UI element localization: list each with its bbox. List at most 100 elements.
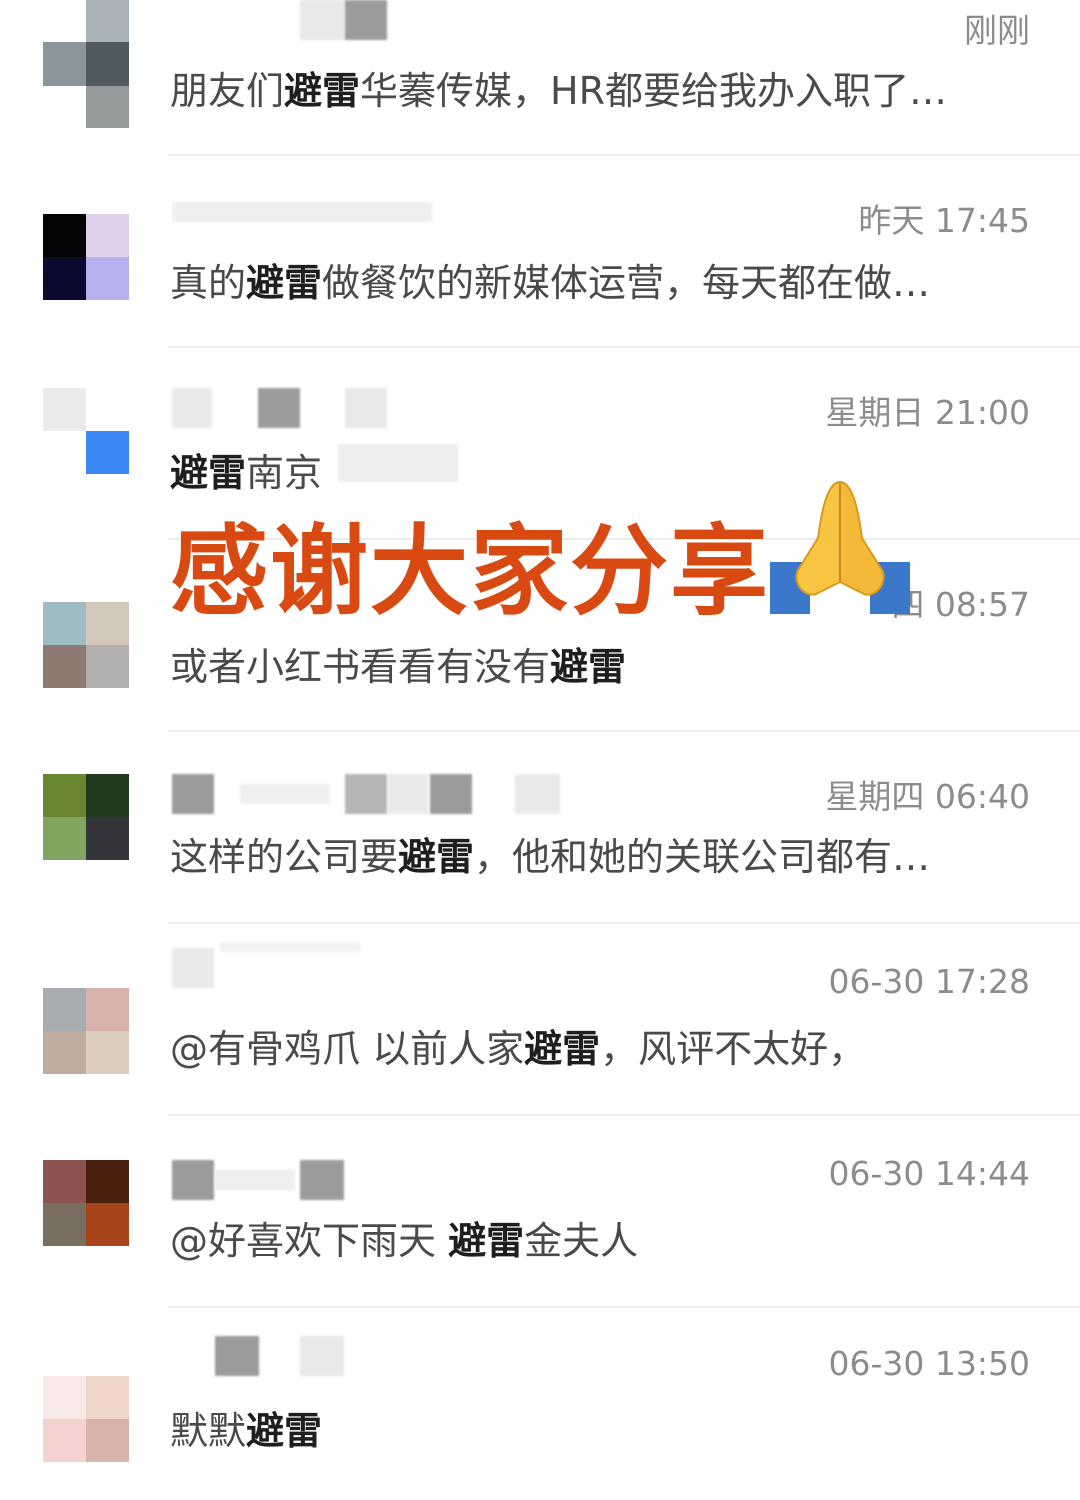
avatar-tile bbox=[43, 257, 86, 300]
chat-item[interactable]: 星期四 06:40 这样的公司要避雷，他和她的关联公司都有… bbox=[0, 732, 1080, 924]
avatar-tile bbox=[86, 1376, 129, 1419]
contact-name-redacted bbox=[300, 1336, 344, 1376]
contact-name-redacted bbox=[345, 388, 387, 428]
avatar-tile bbox=[86, 42, 129, 86]
avatar bbox=[43, 214, 129, 300]
avatar-tile bbox=[86, 388, 129, 431]
avatar-tile bbox=[86, 817, 129, 860]
message-preview: @有骨鸡爪 以前人家避雷，风评不太好， bbox=[170, 1018, 866, 1073]
chat-item[interactable]: 06-30 14:44 @好喜欢下雨天 避雷金夫人 bbox=[0, 1116, 1080, 1308]
contact-name-redacted bbox=[220, 942, 360, 952]
message-text: ，风评不太好， bbox=[600, 1027, 867, 1071]
contact-name-redacted bbox=[345, 0, 387, 40]
timestamp: 06-30 17:28 bbox=[828, 962, 1030, 1001]
avatar-tile bbox=[86, 645, 129, 688]
timestamp: 星期日 21:00 bbox=[825, 393, 1030, 432]
keyword-highlight: 避雷 bbox=[284, 69, 361, 113]
avatar-tile bbox=[43, 602, 86, 645]
avatar-tile bbox=[86, 1031, 129, 1074]
keyword-highlight: 避雷 bbox=[524, 1027, 601, 1071]
keyword-highlight: 避雷 bbox=[550, 645, 627, 689]
chat-item[interactable]: 昨天 17:45 真的避雷做餐饮的新媒体运营，每天都在做… bbox=[0, 156, 1080, 348]
avatar-tile bbox=[86, 1160, 129, 1203]
keyword-highlight: 避雷 bbox=[246, 261, 323, 305]
chat-item[interactable]: 06-30 17:28 @有骨鸡爪 以前人家避雷，风评不太好， bbox=[0, 924, 1080, 1116]
message-text: 这样的公司要 bbox=[170, 835, 399, 879]
message-preview: 朋友们避雷华蓁传媒，HR都要给我办入职了… bbox=[170, 60, 947, 115]
avatar-tile bbox=[43, 431, 86, 474]
message-preview: @好喜欢下雨天 避雷金夫人 bbox=[170, 1210, 638, 1265]
message-preview: 或者小红书看看有没有避雷 bbox=[170, 636, 626, 691]
contact-name-redacted bbox=[172, 388, 212, 428]
contact-name-redacted bbox=[345, 774, 387, 814]
message-text: 或者小红书看看有没有 bbox=[170, 645, 551, 689]
avatar bbox=[43, 602, 129, 688]
avatar bbox=[43, 1160, 129, 1246]
keyword-highlight: 避雷 bbox=[448, 1219, 525, 1263]
contact-name-redacted bbox=[215, 1170, 295, 1190]
timestamp: 星期四 06:40 bbox=[825, 777, 1030, 816]
message-text: @好喜欢下雨天 bbox=[170, 1219, 449, 1263]
avatar-tile bbox=[86, 774, 129, 817]
message-preview: 这样的公司要避雷，他和她的关联公司都有… bbox=[170, 826, 930, 881]
avatar-tile bbox=[86, 988, 129, 1031]
avatar bbox=[43, 1376, 129, 1462]
avatar-tile bbox=[43, 1031, 86, 1074]
avatar-tile bbox=[86, 257, 129, 300]
avatar-tile bbox=[43, 1419, 86, 1462]
avatar bbox=[43, 0, 129, 128]
redacted-text bbox=[338, 444, 458, 482]
avatar-tile bbox=[43, 645, 86, 688]
avatar-tile bbox=[43, 1160, 86, 1203]
contact-name-redacted bbox=[300, 1160, 344, 1200]
avatar-tile bbox=[43, 86, 86, 128]
message-text: 默默 bbox=[170, 1409, 247, 1453]
contact-name-redacted bbox=[515, 774, 560, 814]
keyword-highlight: 避雷 bbox=[246, 1409, 323, 1453]
avatar-tile bbox=[86, 0, 129, 42]
message-text: 做餐饮的新媒体运营，每天都在做… bbox=[322, 261, 931, 305]
avatar-tile bbox=[43, 214, 86, 257]
message-text: 真的 bbox=[170, 261, 247, 305]
avatar bbox=[43, 988, 129, 1074]
avatar-tile bbox=[43, 0, 86, 42]
message-preview: 真的避雷做餐饮的新媒体运营，每天都在做… bbox=[170, 252, 930, 307]
contact-name-redacted bbox=[172, 202, 432, 222]
avatar bbox=[43, 388, 129, 474]
folded-hands-icon bbox=[770, 480, 910, 614]
avatar-tile bbox=[86, 214, 129, 257]
keyword-highlight: 避雷 bbox=[398, 835, 475, 879]
contact-name-redacted bbox=[300, 0, 345, 40]
message-text: 朋友们 bbox=[170, 69, 285, 113]
message-text: 金夫人 bbox=[524, 1219, 639, 1263]
contact-name-redacted bbox=[172, 948, 214, 988]
avatar-tile bbox=[86, 1203, 129, 1246]
message-preview: 避雷南京 bbox=[170, 442, 322, 497]
timestamp: 昨天 17:45 bbox=[858, 201, 1030, 240]
avatar-tile bbox=[43, 1203, 86, 1246]
avatar-tile bbox=[43, 1376, 86, 1419]
avatar-tile bbox=[43, 817, 86, 860]
timestamp: 四 08:57 bbox=[891, 585, 1030, 624]
message-preview: 默默避雷 bbox=[170, 1400, 322, 1455]
contact-name-redacted bbox=[172, 774, 214, 814]
contact-name-redacted bbox=[388, 774, 428, 814]
contact-name-redacted bbox=[258, 388, 300, 428]
chat-item[interactable]: 06-30 13:50 默默避雷 bbox=[0, 1308, 1080, 1500]
keyword-highlight: 避雷 bbox=[170, 451, 247, 495]
avatar-tile bbox=[86, 86, 129, 128]
avatar-tile bbox=[86, 602, 129, 645]
avatar-tile bbox=[43, 388, 86, 431]
message-text: 南京 bbox=[246, 451, 323, 495]
avatar-tile bbox=[86, 1419, 129, 1462]
avatar-tile bbox=[86, 431, 129, 474]
message-text: 华蓁传媒，HR都要给我办入职了… bbox=[360, 69, 948, 113]
timestamp: 刚刚 bbox=[964, 11, 1030, 50]
message-text: @有骨鸡爪 以前人家 bbox=[170, 1027, 525, 1071]
overlay-caption: 感谢大家分享 bbox=[170, 516, 771, 626]
message-text: ，他和她的关联公司都有… bbox=[474, 835, 931, 879]
avatar-tile bbox=[43, 42, 86, 86]
avatar-tile bbox=[43, 988, 86, 1031]
chat-item[interactable]: 刚刚 朋友们避雷华蓁传媒，HR都要给我办入职了… bbox=[0, 0, 1080, 156]
contact-name-redacted bbox=[215, 1336, 259, 1376]
